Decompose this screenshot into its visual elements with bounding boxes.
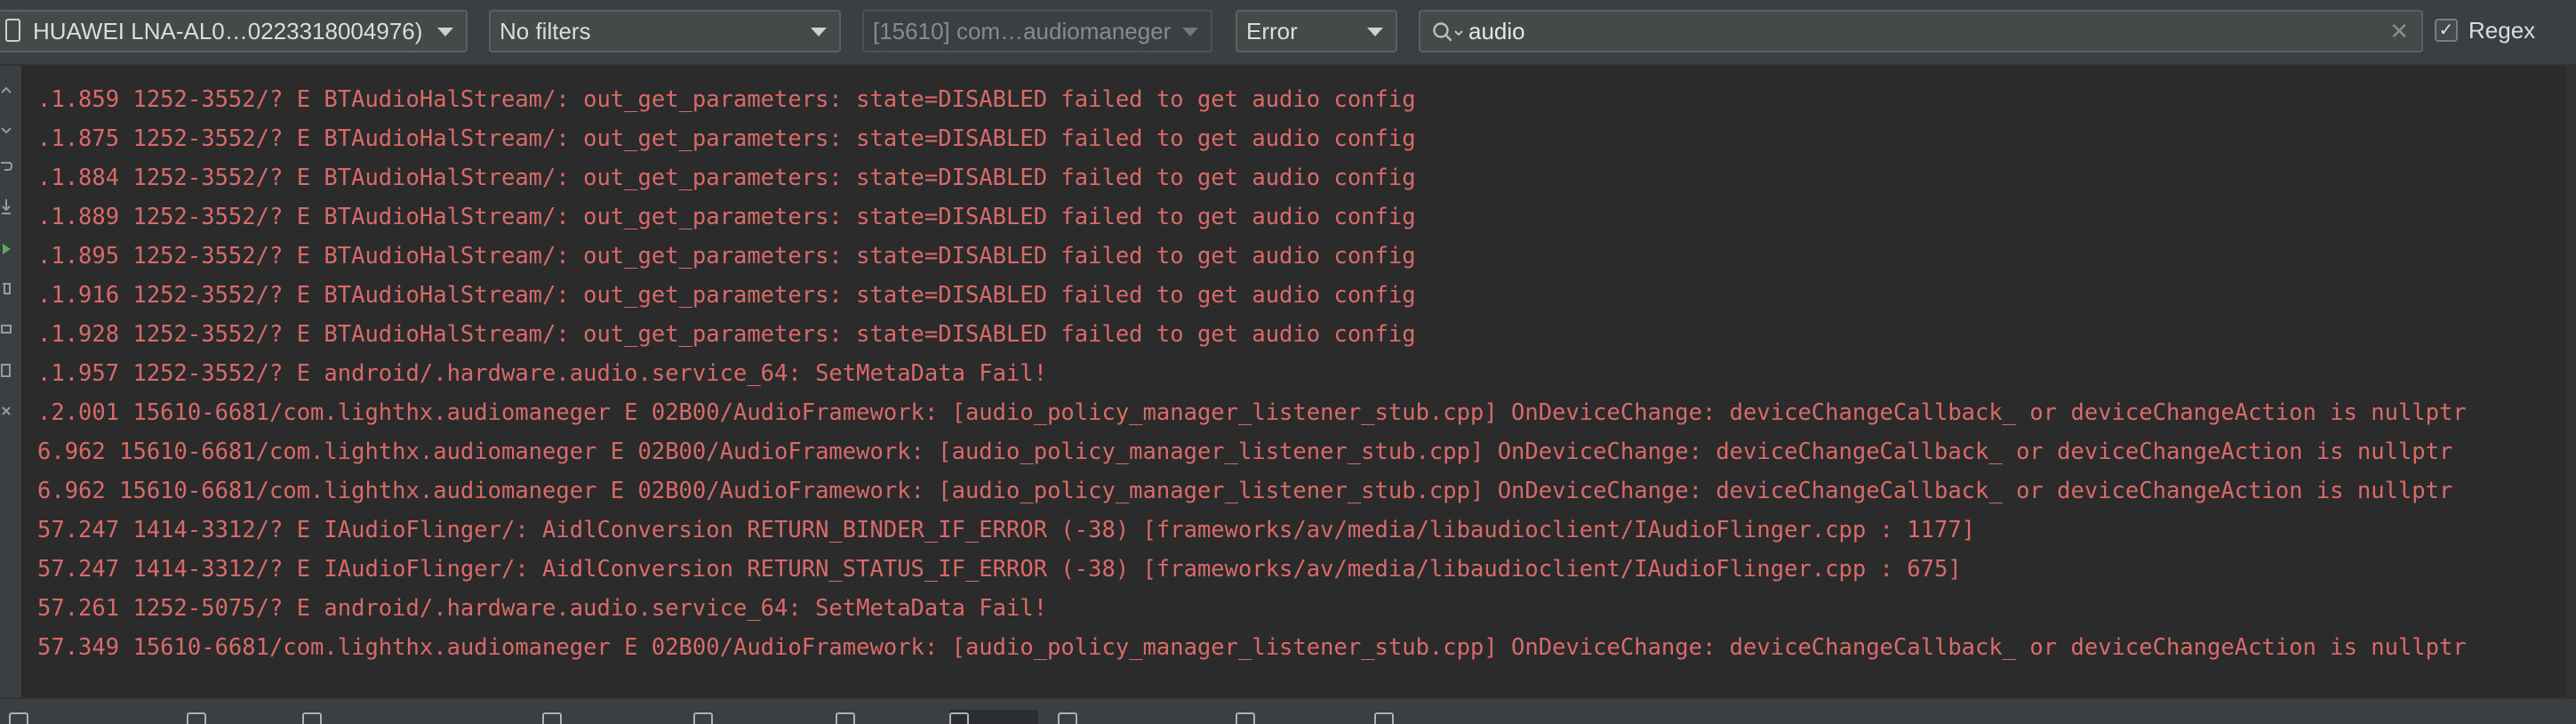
tool-window-icon xyxy=(542,712,562,724)
close-icon[interactable]: ✕ xyxy=(2389,12,2409,51)
logcat-icon xyxy=(949,712,969,724)
logcat-toolbar: HUAWEI LNA-AL0…0223318004976) No filters… xyxy=(0,0,2576,66)
process-selector-label: [15610] com…audiomaneger xyxy=(873,18,1172,44)
logcat-output[interactable]: .1.859 1252-3552/? E BTAudioHalStream/: … xyxy=(21,66,2565,697)
tool-window-icon xyxy=(693,712,713,724)
log-level-selector[interactable]: Error xyxy=(1236,10,1397,52)
print-icon[interactable] xyxy=(0,320,12,338)
tool-window-icon xyxy=(9,712,28,724)
search-input[interactable]: audio ✕ xyxy=(1419,10,2423,52)
log-line[interactable]: .1.957 1252-3552/? E android/.hardware.a… xyxy=(37,354,1047,393)
log-line[interactable]: .1.889 1252-3552/? E BTAudioHalStream/: … xyxy=(37,197,1416,237)
screenshot-icon[interactable] xyxy=(0,361,12,379)
restart-icon[interactable] xyxy=(0,240,12,258)
filter-selector-label: No filters xyxy=(500,18,591,44)
logcat-side-toolbar xyxy=(0,66,22,697)
tool-window-icon xyxy=(187,712,206,724)
more-icon[interactable] xyxy=(0,402,12,420)
device-selector-label: HUAWEI LNA-AL0…0223318004976) xyxy=(33,18,423,44)
scroll-up-icon[interactable] xyxy=(0,82,12,100)
search-value: audio xyxy=(1468,18,1525,44)
process-selector: [15610] com…audiomaneger xyxy=(862,10,1212,52)
log-line[interactable]: .1.884 1252-3552/? E BTAudioHalStream/: … xyxy=(37,158,1416,197)
regex-label[interactable]: Regex xyxy=(2468,16,2535,44)
scroll-to-end-icon[interactable] xyxy=(0,197,12,215)
log-line[interactable]: 57.247 1414-3312/? E IAudioFlinger/: Aid… xyxy=(37,550,1962,589)
log-line[interactable]: .1.875 1252-3552/? E BTAudioHalStream/: … xyxy=(37,119,1416,158)
log-line[interactable]: .1.895 1252-3552/? E BTAudioHalStream/: … xyxy=(37,237,1416,276)
log-line[interactable]: 6.962 15610-6681/com.lighthx.audiomanege… xyxy=(37,432,2452,471)
log-scrollbar[interactable] xyxy=(2565,66,2576,697)
log-line[interactable]: 57.247 1414-3312/? E IAudioFlinger/: Aid… xyxy=(37,511,1975,550)
chevron-down-icon xyxy=(437,28,453,36)
device-selector[interactable]: HUAWEI LNA-AL0…0223318004976) xyxy=(0,10,468,52)
scroll-down-icon[interactable] xyxy=(0,121,12,139)
soft-wrap-icon[interactable] xyxy=(0,158,12,176)
chevron-down-icon xyxy=(1367,28,1383,36)
chevron-down-icon xyxy=(1182,28,1198,36)
tool-window-icon xyxy=(302,712,322,724)
search-icon[interactable] xyxy=(1431,20,1467,44)
log-line[interactable]: .1.859 1252-3552/? E BTAudioHalStream/: … xyxy=(37,80,1416,119)
log-line[interactable]: .2.001 15610-6681/com.lighthx.audiomaneg… xyxy=(37,393,2467,432)
log-line[interactable]: 57.261 1252-5075/? E android/.hardware.a… xyxy=(37,589,1047,628)
chevron-down-icon xyxy=(811,28,827,36)
tool-window-icon xyxy=(1374,712,1394,724)
phone-icon xyxy=(5,19,20,43)
filter-selector[interactable]: No filters xyxy=(489,10,841,52)
log-line[interactable]: 6.962 15610-6681/com.lighthx.audiomanege… xyxy=(37,471,2452,511)
regex-checkbox[interactable]: ✓ xyxy=(2435,19,2458,42)
log-line[interactable]: .1.928 1252-3552/? E BTAudioHalStream/: … xyxy=(37,315,1416,354)
tool-window-icon xyxy=(836,712,855,724)
tool-window-icon xyxy=(1058,712,1077,724)
log-line[interactable]: 57.349 15610-6681/com.lighthx.audiomaneg… xyxy=(37,628,2467,667)
log-level-label: Error xyxy=(1246,18,1298,44)
tool-window-bar xyxy=(0,697,2576,724)
log-line[interactable]: .1.916 1252-3552/? E BTAudioHalStream/: … xyxy=(37,276,1416,315)
tool-window-icon xyxy=(1236,712,1255,724)
clear-log-icon[interactable] xyxy=(0,279,12,297)
